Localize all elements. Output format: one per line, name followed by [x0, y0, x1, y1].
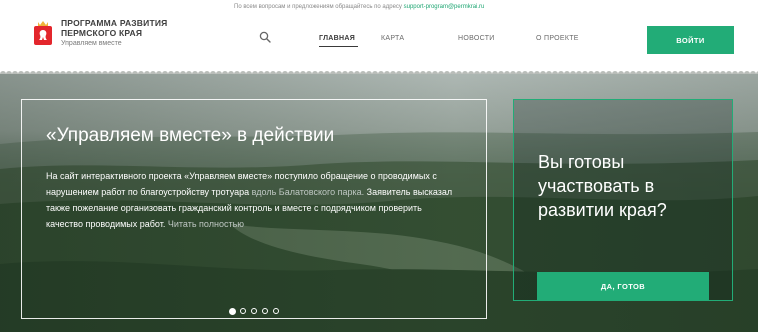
cta-title: Вы готовы участвовать в развитии края?: [538, 152, 667, 220]
nav-map[interactable]: КАРТА: [381, 35, 404, 42]
nav-active-underline: [319, 46, 358, 47]
news-text-highlight: вдоль Балатовского парка.: [251, 187, 365, 197]
brand-block[interactable]: ПРОГРАММА РАЗВИТИЯ ПЕРМСКОГО КРАЯ Управл…: [61, 18, 167, 49]
search-icon[interactable]: [259, 31, 271, 43]
login-button[interactable]: ВОЙТИ: [647, 26, 734, 54]
slider-dot-4[interactable]: [262, 308, 268, 314]
slider-dot-1[interactable]: [229, 308, 236, 315]
nav-news[interactable]: НОВОСТИ: [458, 35, 495, 42]
read-more-link[interactable]: Читать полностью: [168, 219, 244, 229]
cta-card: Вы готовы участвовать в развитии края?: [513, 99, 733, 301]
news-text: На сайт интерактивного проекта «Управляе…: [46, 168, 456, 232]
slider-dot-2[interactable]: [240, 308, 246, 314]
contact-email-link[interactable]: support-program@permkrai.ru: [404, 4, 485, 10]
slider-dot-5[interactable]: [273, 308, 279, 314]
site-header: По всем вопросам и предложениям обращайт…: [0, 0, 758, 66]
brand-subtitle: Управляем вместе: [61, 40, 122, 47]
brand-title-line1: ПРОГРАММА РАЗВИТИЯ: [61, 18, 168, 28]
scalloped-divider: [0, 66, 758, 74]
cta-ready-button[interactable]: ДА, ГОТОВ: [537, 272, 709, 301]
slider-dot-3[interactable]: [251, 308, 257, 314]
perm-coat-of-arms-logo[interactable]: [34, 20, 52, 46]
hero-section: «Управляем вместе» в действии На сайт ин…: [0, 74, 758, 332]
nav-home[interactable]: ГЛАВНАЯ: [319, 35, 355, 42]
contact-notice-text: По всем вопросам и предложениям обращайт…: [234, 4, 402, 10]
nav-about[interactable]: О ПРОЕКТЕ: [536, 35, 579, 42]
news-card: «Управляем вместе» в действии На сайт ин…: [21, 99, 487, 319]
brand-title-line2: ПЕРМСКОГО КРАЯ: [61, 28, 143, 38]
contact-notice: По всем вопросам и предложениям обращайт…: [234, 4, 484, 10]
news-title: «Управляем вместе» в действии: [46, 125, 335, 146]
